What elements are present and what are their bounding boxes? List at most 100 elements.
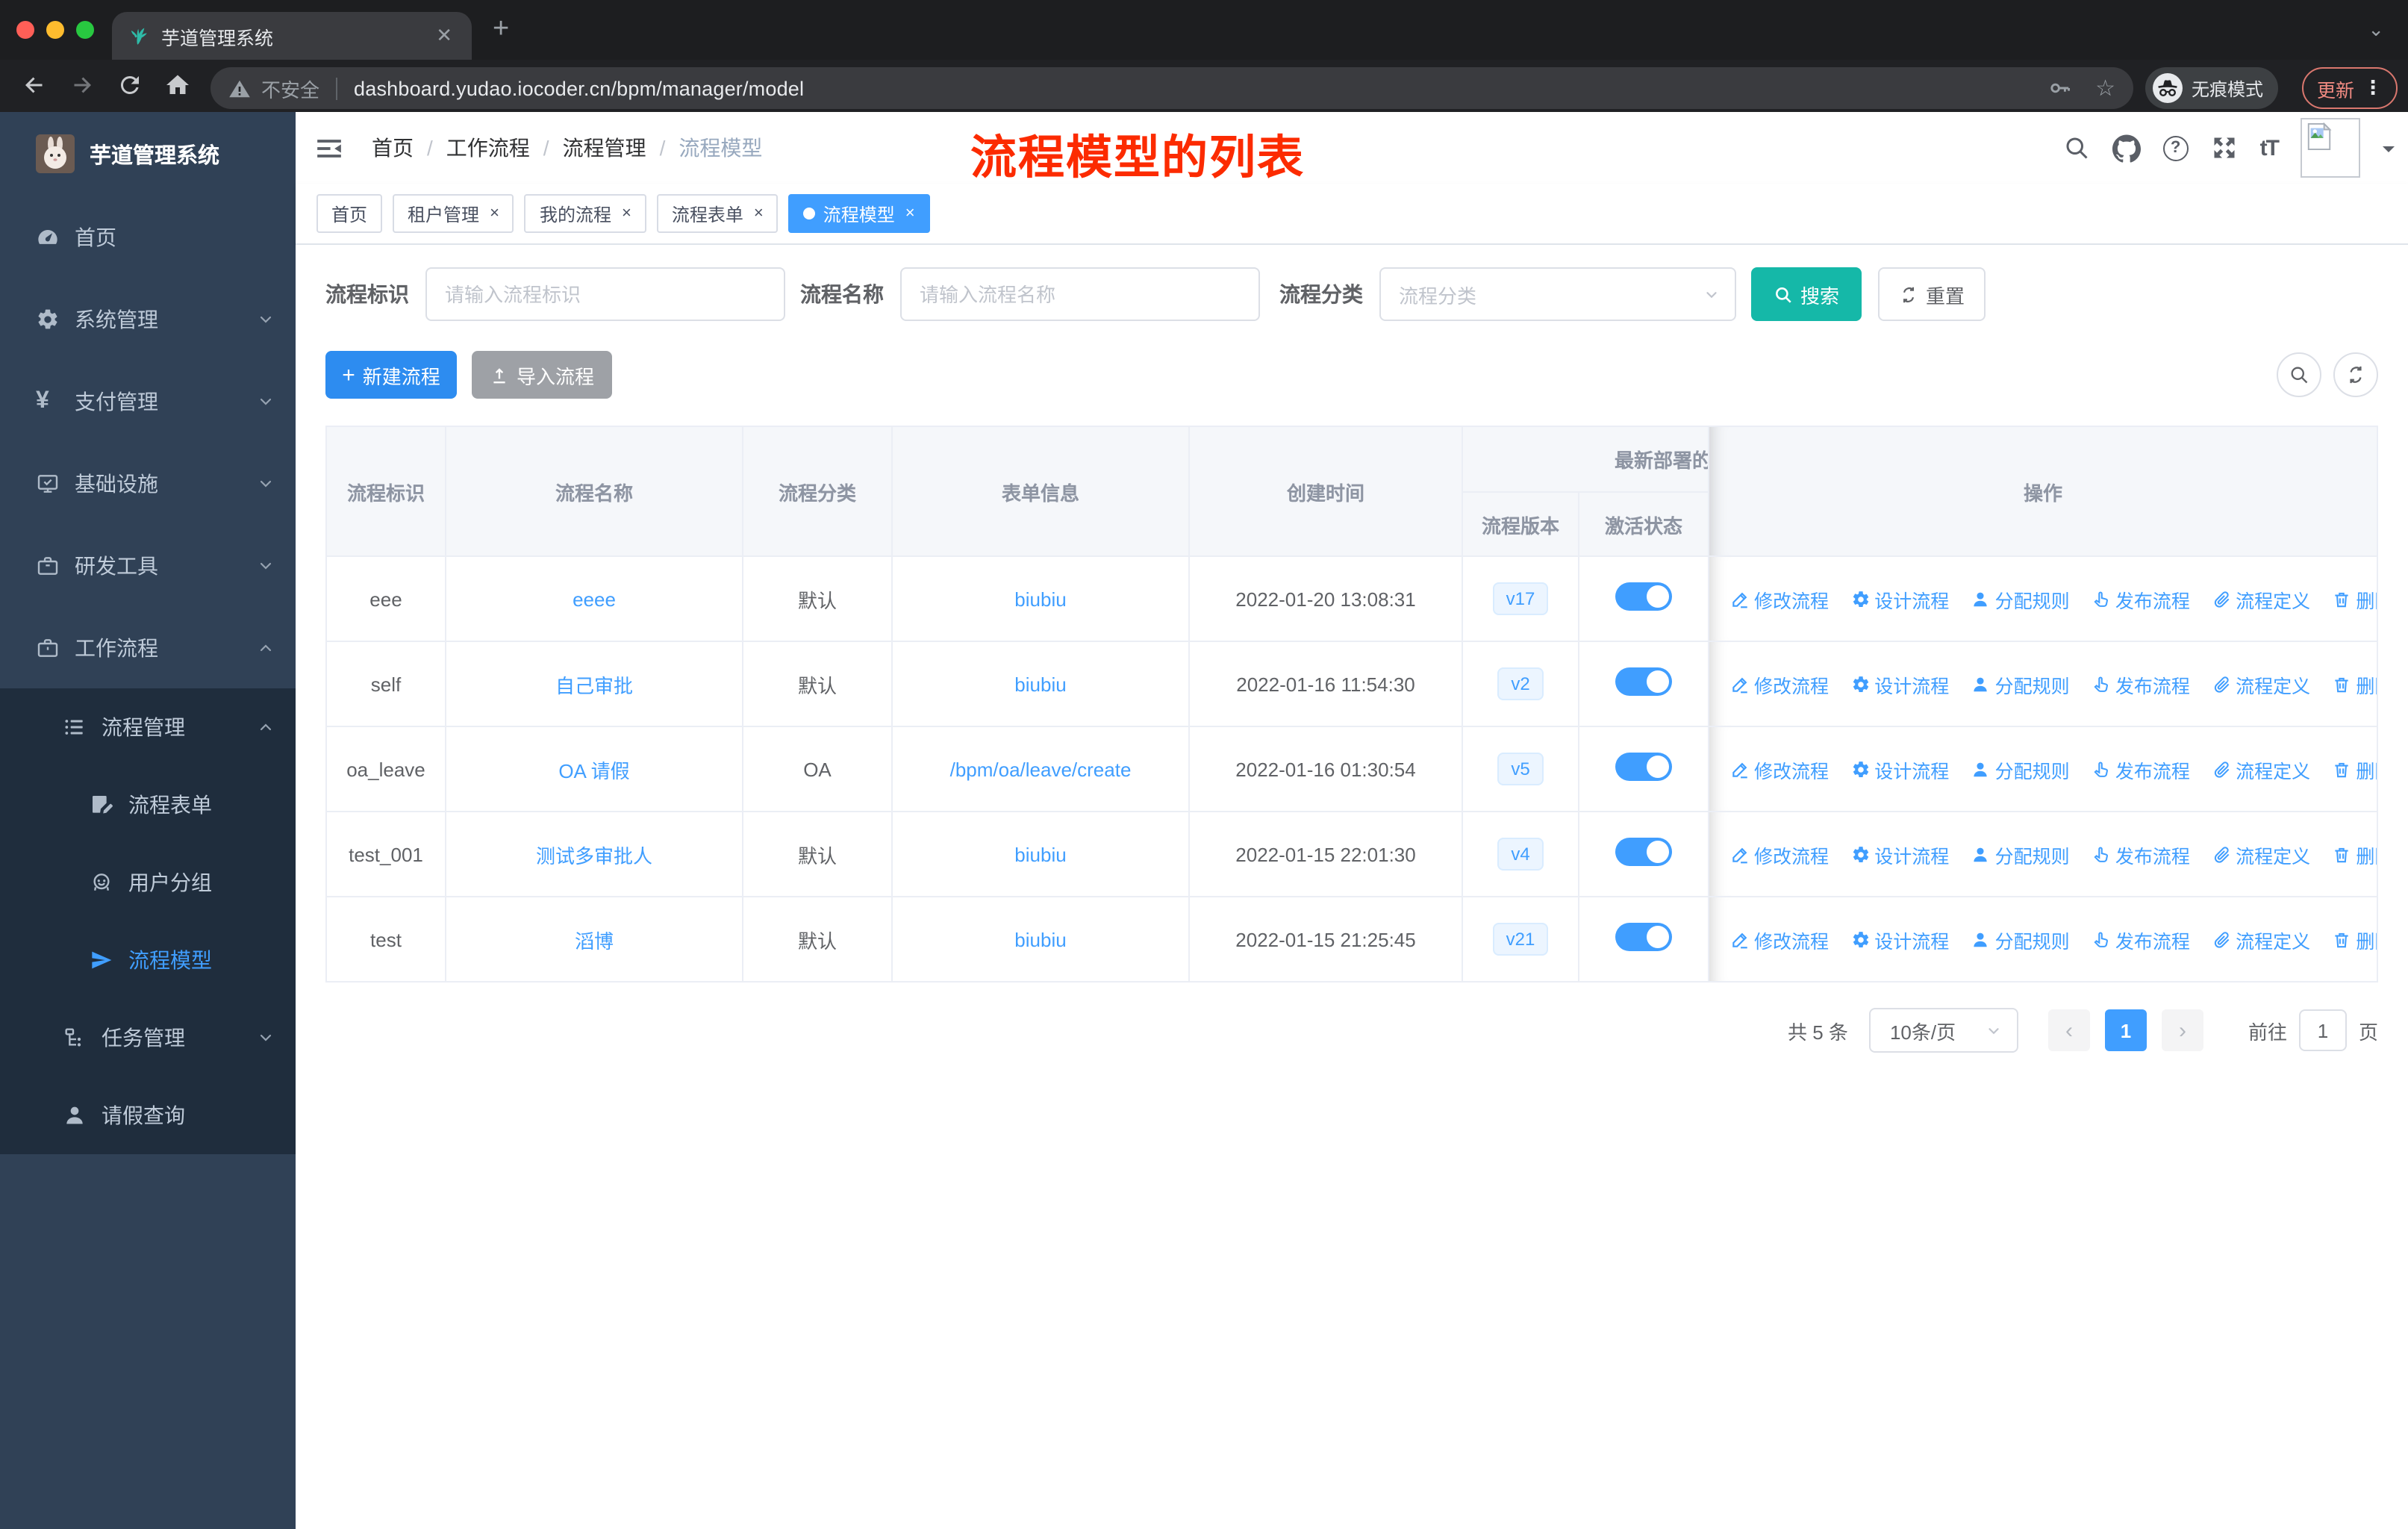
action-delete-link[interactable]: 删除: [2332, 840, 2376, 868]
reload-button[interactable]: [116, 72, 143, 99]
form-info-link[interactable]: biubiu: [1014, 588, 1066, 610]
page-size-select[interactable]: 10条/页: [1868, 1008, 2018, 1053]
sidebar-item-system[interactable]: 系统管理: [0, 278, 296, 360]
form-info-link[interactable]: biubiu: [1014, 673, 1066, 695]
prev-page-button[interactable]: ‹: [2047, 1009, 2090, 1051]
page-1-button[interactable]: 1: [2104, 1009, 2147, 1051]
category-select[interactable]: 流程分类: [1379, 267, 1736, 321]
name-input[interactable]: [900, 267, 1260, 321]
breadcrumb-home[interactable]: 首页: [372, 133, 414, 163]
sidebar-item-process-form[interactable]: 流程表单: [0, 766, 296, 844]
action-publish-link[interactable]: 发布流程: [2092, 585, 2190, 613]
url-bar[interactable]: 不安全 dashboard.yudao.iocoder.cn/bpm/manag…: [210, 67, 2133, 109]
sidebar-item-task-manage[interactable]: 任务管理: [0, 999, 296, 1077]
github-icon[interactable]: [2112, 134, 2141, 162]
action-delete-link[interactable]: 删除: [2332, 925, 2376, 953]
action-edit-link[interactable]: 修改流程: [1730, 670, 1829, 698]
active-toggle[interactable]: [1615, 667, 1672, 696]
action-design-link[interactable]: 设计流程: [1850, 585, 1949, 613]
action-edit-link[interactable]: 修改流程: [1730, 585, 1829, 613]
action-delete-link[interactable]: 删除: [2332, 585, 2376, 613]
action-publish-link[interactable]: 发布流程: [2092, 670, 2190, 698]
create-process-button[interactable]: + 新建流程: [325, 351, 457, 399]
bookmark-star-icon[interactable]: ☆: [2095, 77, 2115, 99]
sidebar-item-devtools[interactable]: 研发工具: [0, 524, 296, 606]
browser-update-button[interactable]: 更新 ⋮: [2302, 67, 2398, 109]
action-edit-link[interactable]: 修改流程: [1730, 755, 1829, 783]
avatar[interactable]: [2301, 118, 2360, 178]
process-name-link[interactable]: OA 请假: [558, 759, 629, 782]
action-publish-link[interactable]: 发布流程: [2092, 925, 2190, 953]
action-publish-link[interactable]: 发布流程: [2092, 840, 2190, 868]
fullscreen-icon[interactable]: [2211, 134, 2238, 161]
sidebar-item-infra[interactable]: 基础设施: [0, 442, 296, 524]
home-button[interactable]: [164, 72, 191, 99]
action-design-link[interactable]: 设计流程: [1850, 755, 1949, 783]
avatar-caret-icon[interactable]: [2383, 146, 2395, 158]
tag-process-form[interactable]: 流程表单 ×: [656, 194, 779, 233]
browser-tab[interactable]: 芋道管理系统 ✕: [112, 12, 472, 60]
breadcrumb-process-manage[interactable]: 流程管理: [563, 133, 646, 163]
sidebar-item-process-manage[interactable]: 流程管理: [0, 688, 296, 766]
reset-button[interactable]: 重置: [1878, 267, 1986, 321]
refresh-button[interactable]: [2333, 352, 2378, 397]
tag-my-process[interactable]: 我的流程 ×: [524, 194, 646, 233]
process-name-link[interactable]: 测试多审批人: [536, 844, 652, 867]
action-design-link[interactable]: 设计流程: [1850, 670, 1949, 698]
action-assign-link[interactable]: 分配规则: [1971, 840, 2070, 868]
sidebar-item-home[interactable]: 首页: [0, 196, 296, 278]
next-page-button[interactable]: ›: [2161, 1009, 2203, 1051]
active-toggle[interactable]: [1615, 923, 1672, 951]
import-process-button[interactable]: 导入流程: [472, 351, 612, 399]
form-info-link[interactable]: /bpm/oa/leave/create: [950, 758, 1132, 780]
process-name-link[interactable]: 自己审批: [555, 674, 633, 697]
new-tab-button[interactable]: +: [493, 13, 509, 46]
action-edit-link[interactable]: 修改流程: [1730, 925, 1829, 953]
tag-tenant[interactable]: 租户管理 ×: [393, 194, 514, 233]
key-input[interactable]: [425, 267, 785, 321]
action-definition-link[interactable]: 流程定义: [2212, 925, 2310, 953]
breadcrumb-workflow[interactable]: 工作流程: [446, 133, 530, 163]
search-icon[interactable]: [2063, 134, 2090, 161]
sidebar-item-user-group[interactable]: 用户分组: [0, 844, 296, 921]
back-button[interactable]: [21, 72, 48, 99]
sidebar-collapse-icon[interactable]: [315, 134, 343, 162]
key-icon[interactable]: [2047, 76, 2071, 100]
action-delete-link[interactable]: 删除: [2332, 755, 2376, 783]
action-edit-link[interactable]: 修改流程: [1730, 840, 1829, 868]
window-close-button[interactable]: [16, 21, 34, 39]
form-info-link[interactable]: biubiu: [1014, 928, 1066, 950]
tab-search-chevron-icon[interactable]: ⌄: [2368, 18, 2384, 42]
action-definition-link[interactable]: 流程定义: [2212, 755, 2310, 783]
tab-close-icon[interactable]: ✕: [431, 24, 457, 48]
tag-close-icon[interactable]: ×: [490, 205, 499, 222]
window-maximize-button[interactable]: [76, 21, 94, 39]
tag-process-model[interactable]: 流程模型 ×: [788, 194, 930, 233]
form-info-link[interactable]: biubiu: [1014, 843, 1066, 865]
tag-close-icon[interactable]: ×: [905, 205, 915, 222]
goto-page-input[interactable]: [2298, 1009, 2347, 1051]
action-assign-link[interactable]: 分配规则: [1971, 670, 2070, 698]
action-assign-link[interactable]: 分配规则: [1971, 755, 2070, 783]
active-toggle[interactable]: [1615, 838, 1672, 866]
action-definition-link[interactable]: 流程定义: [2212, 840, 2310, 868]
sidebar-item-process-model[interactable]: 流程模型: [0, 921, 296, 999]
action-definition-link[interactable]: 流程定义: [2212, 585, 2310, 613]
active-toggle[interactable]: [1615, 582, 1672, 611]
active-toggle[interactable]: [1615, 753, 1672, 781]
action-assign-link[interactable]: 分配规则: [1971, 925, 2070, 953]
font-size-icon[interactable]: tT: [2260, 135, 2280, 161]
forward-button[interactable]: [69, 72, 96, 99]
window-minimize-button[interactable]: [46, 21, 64, 39]
sidebar-item-workflow[interactable]: 工作流程: [0, 606, 296, 688]
sidebar-item-payment[interactable]: ¥ 支付管理: [0, 360, 296, 442]
tag-close-icon[interactable]: ×: [754, 205, 764, 222]
help-icon[interactable]: ?: [2162, 135, 2189, 161]
sidebar-item-leave-query[interactable]: 请假查询: [0, 1077, 296, 1154]
action-assign-link[interactable]: 分配规则: [1971, 585, 2070, 613]
tag-home[interactable]: 首页: [316, 194, 383, 233]
search-button[interactable]: 搜索: [1751, 267, 1862, 321]
browser-menu-icon[interactable]: ⋮: [2363, 76, 2383, 100]
action-delete-link[interactable]: 删除: [2332, 670, 2376, 698]
tag-close-icon[interactable]: ×: [622, 205, 631, 222]
